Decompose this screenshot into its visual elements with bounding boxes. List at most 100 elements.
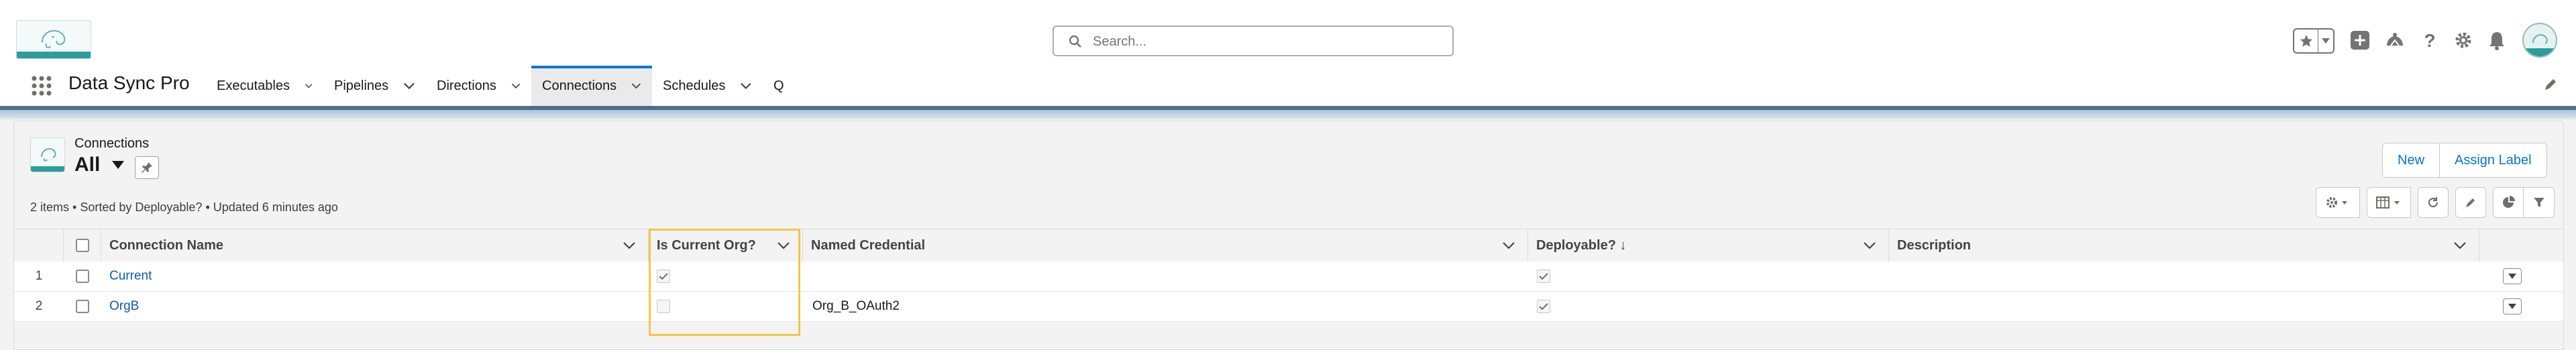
column-header-label: Description <box>1897 237 1972 253</box>
nav-item-label: Directions <box>437 78 496 93</box>
checkmark-icon <box>659 273 668 280</box>
column-header-label: Named Credential <box>811 237 926 253</box>
nav-item-label: Executables <box>217 78 290 93</box>
chevron-down-icon[interactable] <box>623 241 636 249</box>
nav-item-label: Q <box>773 78 784 93</box>
add-icon[interactable] <box>2348 28 2372 52</box>
deployable-cell <box>1537 261 1550 291</box>
chevron-down-icon[interactable] <box>631 82 641 90</box>
select-all-checkbox[interactable] <box>75 239 89 252</box>
nav-item-connections[interactable]: Connections <box>531 66 652 106</box>
row-select-checkbox[interactable] <box>76 270 89 283</box>
table-row: 1 Current <box>14 261 2563 292</box>
list-view-name: All <box>74 154 101 176</box>
search-input[interactable] <box>1091 31 1443 52</box>
chevron-down-icon[interactable] <box>1863 241 1876 249</box>
favorites-group[interactable] <box>2293 28 2334 54</box>
global-header: ? <box>0 0 2576 66</box>
column-header-is-current-org[interactable]: Is Current Org? <box>649 229 803 261</box>
refresh-icon <box>2428 197 2438 208</box>
column-header-label: Connection Name <box>109 237 224 253</box>
refresh-button[interactable] <box>2418 187 2449 218</box>
list-view-selector[interactable]: All <box>74 154 125 176</box>
svg-text:?: ? <box>2424 30 2435 50</box>
caret-down-icon <box>2508 304 2516 309</box>
deployable-checkbox <box>1537 300 1550 313</box>
trailhead-icon[interactable] <box>2383 28 2407 52</box>
list-view-card: Connections All 2 items • Sorted by Depl… <box>13 121 2564 350</box>
list-actions-group: New Assign Label <box>2382 143 2547 178</box>
is-current-org-checkbox <box>657 270 670 283</box>
pie-chart-icon <box>2503 196 2515 208</box>
assign-label-button[interactable]: Assign Label <box>2439 143 2546 177</box>
favorites-star-icon[interactable] <box>2294 30 2318 52</box>
app-launcher-icon[interactable] <box>31 75 52 97</box>
list-view-settings-button[interactable] <box>2316 187 2360 218</box>
app-nav-bar: Data Sync Pro Executables Pipelines Dire… <box>0 66 2576 110</box>
is-current-org-cell <box>657 261 670 291</box>
setup-gear-icon[interactable] <box>2451 28 2475 52</box>
chevron-down-icon[interactable] <box>511 82 521 90</box>
pin-list-view-button[interactable] <box>135 156 159 179</box>
row-select-checkbox[interactable] <box>76 300 89 313</box>
column-header-deployable[interactable]: Deployable? ↓ <box>1528 229 1889 261</box>
nav-item-pipelines[interactable]: Pipelines <box>323 66 426 106</box>
select-all-cell <box>64 229 101 261</box>
column-header-label: Deployable? ↓ <box>1536 237 1627 253</box>
chevron-down-icon[interactable] <box>1502 241 1515 249</box>
caret-down-icon <box>2508 274 2516 279</box>
row-actions-button[interactable] <box>2503 298 2522 314</box>
nav-item-q[interactable]: Q <box>763 66 803 106</box>
company-logo[interactable] <box>16 20 91 59</box>
nav-item-schedules[interactable]: Schedules <box>652 66 763 106</box>
nav-item-executables[interactable]: Executables <box>206 66 323 106</box>
filter-button[interactable] <box>2524 187 2555 218</box>
list-view-info: 2 items • Sorted by Deployable? • Update… <box>30 200 338 214</box>
caret-down-icon[interactable] <box>112 161 125 169</box>
row-actions-cell <box>2503 261 2522 291</box>
user-avatar[interactable] <box>2522 23 2557 58</box>
connection-name-link[interactable]: Current <box>109 269 152 284</box>
object-icon <box>30 137 65 172</box>
settings-gear-icon <box>2326 197 2347 208</box>
chevron-down-icon[interactable] <box>305 82 313 90</box>
table-display-icon <box>2376 196 2400 209</box>
row-select-cell <box>64 261 101 291</box>
named-credential-cell: Org_B_OAuth2 <box>812 299 900 313</box>
nav-item-label: Connections <box>542 78 617 93</box>
new-button[interactable]: New <box>2383 143 2439 177</box>
nav-item-directions[interactable]: Directions <box>426 66 531 106</box>
favorites-dropdown-icon[interactable] <box>2318 30 2333 52</box>
table-header: Connection Name Is Current Org? Named Cr… <box>14 229 2563 262</box>
row-number: 1 <box>35 269 43 283</box>
is-current-org-cell <box>657 292 670 321</box>
filter-funnel-icon <box>2533 198 2544 207</box>
chevron-down-icon[interactable] <box>777 241 790 249</box>
display-as-table-button[interactable] <box>2367 187 2411 218</box>
header-band <box>0 110 2576 119</box>
nav-items: Executables Pipelines Directions Connect… <box>206 66 803 106</box>
help-icon[interactable]: ? <box>2418 28 2442 52</box>
avatar-elephant-icon <box>2524 34 2556 56</box>
edit-nav-pencil-icon[interactable] <box>2542 76 2559 93</box>
object-label: Connections <box>74 136 150 151</box>
chevron-down-icon[interactable] <box>403 82 415 90</box>
column-header-description[interactable]: Description <box>1889 229 2479 261</box>
chevron-down-icon[interactable] <box>2453 241 2467 249</box>
row-actions-button[interactable] <box>2503 268 2522 284</box>
notifications-bell-icon[interactable] <box>2485 28 2509 52</box>
column-header-label: Is Current Org? <box>657 237 756 253</box>
list-view-controls <box>2316 187 2555 218</box>
edit-pencil-icon <box>2466 198 2475 207</box>
global-search[interactable] <box>1053 25 1454 56</box>
column-header-connection-name[interactable]: Connection Name <box>101 229 649 261</box>
connection-name-cell: Current <box>109 261 152 291</box>
inline-edit-button[interactable] <box>2455 187 2486 218</box>
chevron-down-icon[interactable] <box>740 82 752 90</box>
column-header-named-credential[interactable]: Named Credential <box>803 229 1528 261</box>
charts-button[interactable] <box>2493 187 2524 218</box>
connection-name-link[interactable]: OrgB <box>109 299 139 314</box>
search-icon <box>1069 35 1081 48</box>
row-actions-header <box>2479 229 2563 261</box>
checkmark-icon <box>1539 273 1548 280</box>
